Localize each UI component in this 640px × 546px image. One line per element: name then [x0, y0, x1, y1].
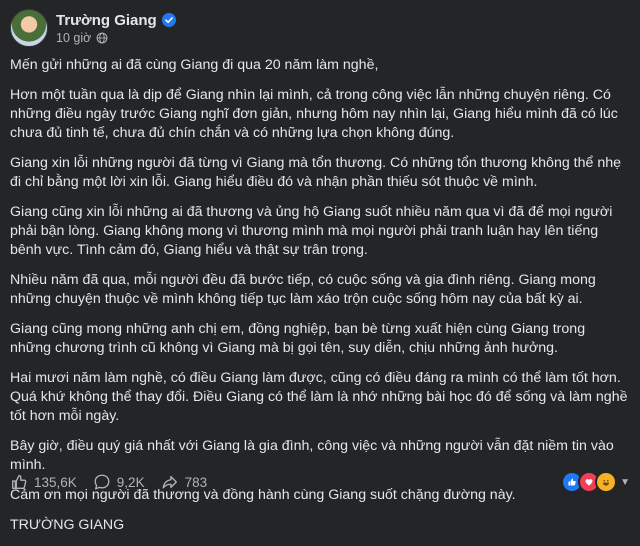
like-stat[interactable]: 135,6K: [10, 473, 77, 491]
post-header: Trường Giang 10 giờ: [10, 8, 176, 48]
comment-count: 9,2K: [116, 474, 145, 490]
share-icon: [162, 475, 177, 489]
post-paragraph: Mến gửi những ai đã cùng Giang đi qua 20…: [10, 57, 379, 73]
post-time[interactable]: 10 giờ: [56, 31, 91, 45]
reaction-summary[interactable]: ▼: [561, 471, 630, 493]
post-paragraph: Hơn một tuần qua là dịp để Giang nhìn lạ…: [10, 87, 618, 141]
post-paragraph: Giang cũng mong những anh chị em, đồng n…: [10, 321, 586, 356]
author-row: Trường Giang: [56, 12, 176, 29]
share-count: 783: [184, 474, 208, 490]
comment-stat[interactable]: 9,2K: [93, 473, 145, 491]
post-paragraph: Hai mươi năm làm nghề, có điều Giang làm…: [10, 370, 628, 424]
post-signature: TRƯỜNG GIANG: [10, 517, 125, 533]
comment-icon: [94, 474, 110, 490]
post-paragraph: Nhiều năm đã qua, mỗi người đều đã bước …: [10, 272, 596, 307]
thumbs-up-icon: [12, 475, 27, 489]
post-subline: 10 giờ: [56, 31, 176, 45]
like-count: 135,6K: [34, 474, 77, 490]
post-meta: Trường Giang 10 giờ: [56, 12, 176, 45]
reaction-icons: [561, 471, 618, 493]
post-paragraph: Giang xin lỗi những người đã từng vì Gia…: [10, 155, 621, 190]
author-avatar[interactable]: [10, 9, 48, 47]
globe-icon[interactable]: [96, 32, 108, 44]
chevron-down-icon: ▼: [620, 476, 630, 488]
post-footer: 135,6K 9,2K 783 ▼: [10, 470, 630, 494]
share-stat[interactable]: 783: [161, 473, 208, 491]
author-name[interactable]: Trường Giang: [56, 12, 157, 29]
facebook-post: Trường Giang 10 giờ Mến gửi những ai đã …: [0, 0, 640, 533]
verified-badge-icon: [161, 13, 176, 27]
post-paragraph: Giang cũng xin lỗi những ai đã thương và…: [10, 204, 613, 258]
haha-reaction-icon: [595, 471, 618, 493]
